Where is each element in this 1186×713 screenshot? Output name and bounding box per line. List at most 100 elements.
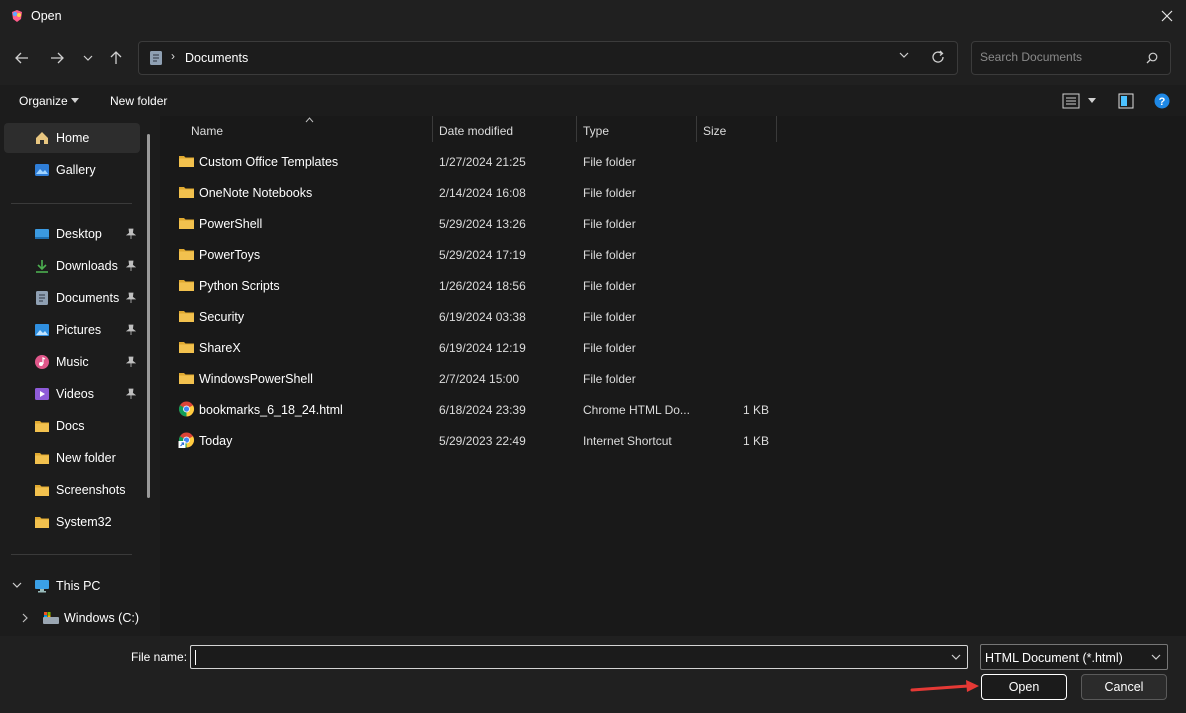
pin-icon[interactable] <box>126 388 136 400</box>
file-name-label: File name: <box>131 650 188 664</box>
help-icon[interactable]: ? <box>1154 93 1170 109</box>
file-date: 1/27/2024 21:25 <box>439 155 526 169</box>
file-row[interactable]: PowerShell 5/29/2024 13:26 File folder <box>170 208 780 238</box>
drive-icon <box>43 612 59 624</box>
file-list: Name Date modified Type Size Custom Offi… <box>160 116 1186 636</box>
column-divider[interactable] <box>576 116 577 142</box>
file-row[interactable]: Custom Office Templates 1/27/2024 21:25 … <box>170 146 780 176</box>
caret-down-icon[interactable] <box>71 98 79 103</box>
column-divider[interactable] <box>696 116 697 142</box>
file-name-field[interactable] <box>190 645 968 669</box>
file-row[interactable]: bookmarks_6_18_24.html 6/18/2024 23:39 C… <box>170 394 780 424</box>
breadcrumb-documents[interactable]: Documents <box>185 51 248 65</box>
folder-icon <box>179 311 194 322</box>
sidebar-item-label: Home <box>56 131 90 145</box>
folder-icon <box>179 249 194 260</box>
search-icon[interactable] <box>1146 52 1158 64</box>
file-row[interactable]: Today 5/29/2023 22:49 Internet Shortcut … <box>170 425 780 455</box>
sidebar-item-windows-c[interactable]: Windows (C:) <box>4 603 140 633</box>
pin-icon[interactable] <box>126 292 136 304</box>
sidebar-item-music[interactable]: Music <box>4 347 140 377</box>
sidebar-scrollbar[interactable] <box>147 134 150 498</box>
file-date: 5/29/2024 17:19 <box>439 248 526 262</box>
sort-ascending-icon <box>305 117 314 123</box>
sidebar-item-docs[interactable]: Docs <box>4 411 140 441</box>
open-button[interactable]: Open <box>981 674 1067 700</box>
folder-icon <box>179 187 194 198</box>
gallery-icon <box>35 164 49 176</box>
new-folder-button[interactable]: New folder <box>110 94 167 108</box>
expand-chevron-icon[interactable] <box>12 582 22 588</box>
file-date: 2/14/2024 16:08 <box>439 186 526 200</box>
chevron-down-icon[interactable] <box>1151 654 1161 660</box>
file-row[interactable]: PowerToys 5/29/2024 17:19 File folder <box>170 239 780 269</box>
file-name: Custom Office Templates <box>199 155 339 169</box>
folder-icon <box>35 517 49 528</box>
search-input[interactable] <box>980 50 1140 64</box>
sidebar-item-downloads[interactable]: Downloads <box>4 251 140 281</box>
file-row[interactable]: OneNote Notebooks 2/14/2024 16:08 File f… <box>170 177 780 207</box>
annotation-arrow-icon <box>910 680 979 692</box>
column-header-type[interactable]: Type <box>583 124 609 138</box>
file-row[interactable]: ShareX 6/19/2024 12:19 File folder <box>170 332 780 362</box>
folder-icon <box>179 342 194 353</box>
up-button[interactable] <box>103 46 129 70</box>
close-button[interactable] <box>1154 4 1180 28</box>
file-type: File folder <box>583 155 636 169</box>
file-type-filter[interactable]: HTML Document (*.html) <box>980 644 1168 670</box>
preview-pane-icon[interactable] <box>1118 93 1134 109</box>
sidebar-item-gallery[interactable]: Gallery <box>4 155 140 185</box>
address-dropdown-icon[interactable] <box>899 52 909 58</box>
column-header-size[interactable]: Size <box>703 124 726 138</box>
column-header-date[interactable]: Date modified <box>439 124 513 138</box>
sidebar-item-this-pc[interactable]: This PC <box>4 571 140 601</box>
sidebar-item-label: Music <box>56 355 89 369</box>
file-type: File folder <box>583 186 636 200</box>
sidebar-item-label: New folder <box>56 451 116 465</box>
sidebar-item-new-folder[interactable]: New folder <box>4 443 140 473</box>
pin-icon[interactable] <box>126 260 136 272</box>
sidebar-divider <box>11 203 132 204</box>
refresh-icon[interactable] <box>931 50 945 64</box>
folder-icon <box>179 280 194 291</box>
pin-icon[interactable] <box>126 356 136 368</box>
back-button[interactable] <box>9 46 35 70</box>
search-box[interactable] <box>971 41 1171 75</box>
expand-chevron-right-icon[interactable] <box>22 613 28 623</box>
file-row[interactable]: WindowsPowerShell 2/7/2024 15:00 File fo… <box>170 363 780 393</box>
cancel-button[interactable]: Cancel <box>1081 674 1167 700</box>
address-bar[interactable]: › Documents <box>138 41 958 75</box>
file-type: File folder <box>583 248 636 262</box>
file-size: 1 KB <box>742 403 769 417</box>
file-row[interactable]: Python Scripts 1/26/2024 18:56 File fold… <box>170 270 780 300</box>
sidebar-item-label: Downloads <box>56 259 118 273</box>
view-options-caret-icon[interactable] <box>1088 98 1096 103</box>
dialog-footer: File name: HTML Document (*.html) Open C… <box>0 636 1186 713</box>
pin-icon[interactable] <box>126 228 136 240</box>
music-icon <box>35 355 49 369</box>
sidebar-item-label: Videos <box>56 387 94 401</box>
sidebar-item-home[interactable]: Home <box>4 123 140 153</box>
pin-icon[interactable] <box>126 324 136 336</box>
column-divider[interactable] <box>432 116 433 142</box>
file-name: Security <box>199 310 245 324</box>
sidebar-item-videos[interactable]: Videos <box>4 379 140 409</box>
file-type: File folder <box>583 372 636 386</box>
file-row[interactable]: Security 6/19/2024 03:38 File folder <box>170 301 780 331</box>
file-type: File folder <box>583 310 636 324</box>
sidebar-item-documents[interactable]: Documents <box>4 283 140 313</box>
sidebar-item-system32[interactable]: System32 <box>4 507 140 537</box>
chevron-down-icon[interactable] <box>951 654 961 660</box>
view-details-icon[interactable] <box>1062 93 1080 109</box>
column-header-name[interactable]: Name <box>191 124 223 138</box>
column-divider[interactable] <box>776 116 777 142</box>
documents-icon <box>36 291 48 305</box>
organize-button[interactable]: Organize <box>19 94 68 108</box>
file-date: 6/18/2024 23:39 <box>439 403 526 417</box>
recent-locations-button[interactable] <box>75 46 101 70</box>
folder-icon <box>35 453 49 464</box>
sidebar-item-pictures[interactable]: Pictures <box>4 315 140 345</box>
forward-button[interactable] <box>44 46 70 70</box>
sidebar-item-desktop[interactable]: Desktop <box>4 219 140 249</box>
sidebar-item-screenshots[interactable]: Screenshots <box>4 475 140 505</box>
